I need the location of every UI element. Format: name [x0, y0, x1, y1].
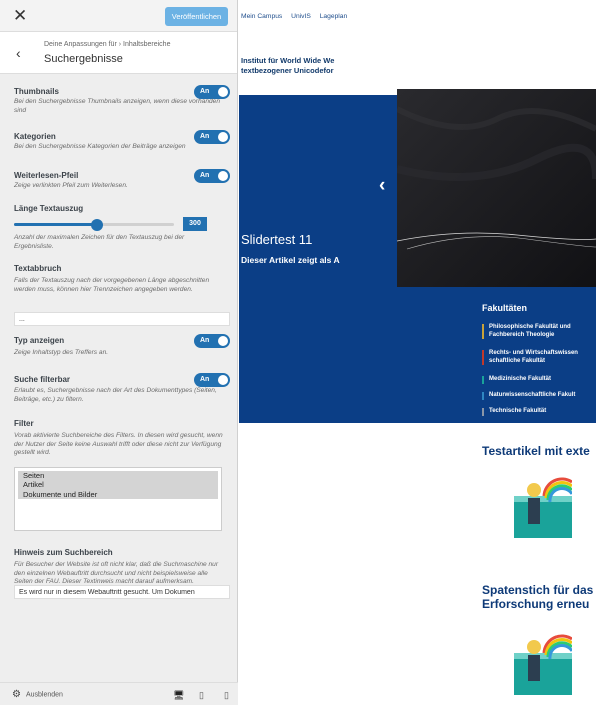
chevron-left-icon[interactable]: ‹: [16, 45, 21, 61]
suche-filterbar-label: Suche filterbar: [14, 375, 71, 384]
slide-image-art: [397, 89, 596, 287]
article-title[interactable]: Spatenstich für das Erforschung erneu: [482, 583, 596, 611]
suche-filterbar-toggle[interactable]: An: [194, 373, 230, 387]
faculty-label: Rechts- und Wirtschaftswissen schaftlich…: [489, 350, 578, 364]
filter-option-dokumente[interactable]: Dokumente und Bilder: [18, 489, 218, 500]
weiterlesen-description: Zeige verlinkten Pfeil zum Weiterlesen.: [14, 182, 128, 189]
faculty-color-bar: [482, 392, 484, 400]
controls-panel: Thumbnails An Bei den Suchergebnisse Thu…: [0, 74, 237, 674]
toggle-knob: [218, 132, 228, 142]
hide-label: Ausblenden: [25, 691, 63, 699]
toggle-text: An: [200, 337, 210, 344]
toggle-text: An: [200, 376, 210, 383]
faculty-link[interactable]: Philosophische Fakultät und Fachbereich …: [482, 324, 596, 339]
filter-option-artikel[interactable]: Artikel: [18, 480, 218, 490]
faculty-color-bar: [482, 376, 484, 384]
desktop-icon[interactable]: 🖥: [173, 690, 184, 700]
gear-icon: ⚙: [12, 689, 21, 700]
toggle-knob: [218, 336, 228, 346]
top-navigation: Mein Campus UnivIS Lageplan: [241, 13, 354, 20]
filter-label: Filter: [14, 419, 34, 428]
slide-image: [397, 89, 596, 287]
filter-multiselect[interactable]: Seiten Artikel Dokumente und Bilder: [14, 467, 222, 531]
thumbnails-toggle[interactable]: An: [194, 85, 230, 99]
textabbruch-description: Falls der Textauszug nach der vorgegeben…: [14, 277, 210, 293]
faculty-color-bar: [482, 324, 484, 339]
slider-fill: [14, 223, 98, 226]
faculty-color-bar: [482, 408, 484, 416]
breadcrumb: Deine Anpassungen für › Inhaltsbereiche: [44, 41, 171, 48]
chevron-left-icon[interactable]: ‹: [379, 175, 385, 197]
customizer-footer: ⚙ Ausblenden 🖥 ▯ ▯: [0, 682, 238, 705]
faculty-link[interactable]: Naturwissenschaftliche Fakult: [482, 392, 596, 400]
section-title: Suchergebnisse: [44, 53, 123, 65]
hero-section: ‹ Slidertest 11 Dieser Artikel zeigt als…: [239, 89, 596, 423]
laenge-value[interactable]: 300: [183, 217, 207, 231]
laenge-description: Anzahl der maximalen Zeichen für den Tex…: [14, 234, 185, 250]
kategorien-toggle[interactable]: An: [194, 130, 230, 144]
typ-description: Zeige Inhaltstyp des Treffers an.: [14, 349, 109, 356]
textabbruch-input[interactable]: [14, 312, 230, 326]
thumbnails-description: Bei den Suchergebnisse Thumbnails anzeig…: [14, 98, 221, 114]
slide-subtitle: Dieser Artikel zeigt als A: [241, 255, 340, 265]
customizer-topbar: ✕ Veröffentlichen: [0, 0, 237, 32]
toggle-knob: [218, 375, 228, 385]
tablet-icon[interactable]: ▯: [199, 690, 204, 700]
nav-link-univis[interactable]: UnivIS: [291, 13, 311, 20]
typ-label: Typ anzeigen: [14, 336, 65, 345]
faculty-label: Medizinische Fakultät: [489, 376, 552, 382]
toggle-knob: [218, 87, 228, 97]
faculty-link[interactable]: Technische Fakultät: [482, 408, 596, 416]
hinweis-description: Für Besucher der Website ist oft nicht k…: [14, 561, 219, 586]
toggle-text: An: [200, 172, 210, 179]
filter-option-seiten[interactable]: Seiten: [18, 471, 218, 481]
faculty-label: Technische Fakultät: [489, 408, 547, 414]
nav-link-lageplan[interactable]: Lageplan: [320, 13, 348, 20]
kategorien-label: Kategorien: [14, 132, 56, 141]
toggle-text: An: [200, 133, 210, 140]
faculty-label: Philosophische Fakultät und Fachbereich …: [489, 324, 571, 338]
kategorien-description: Bei den Suchergebnisse Kategorien der Be…: [14, 143, 186, 150]
toggle-text: An: [200, 88, 210, 95]
hinweis-label: Hinweis zum Suchbereich: [14, 548, 113, 557]
faculties-title: Fakultäten: [482, 303, 528, 313]
article-title[interactable]: Testartikel mit exte: [482, 444, 590, 458]
hide-controls-button[interactable]: ⚙ Ausblenden: [12, 689, 63, 700]
customizer-sidebar: ✕ Veröffentlichen ‹ Deine Anpassungen fü…: [0, 0, 238, 705]
thumbnails-label: Thumbnails: [14, 87, 59, 96]
faculty-link[interactable]: Rechts- und Wirtschaftswissen schaftlich…: [482, 350, 596, 365]
institute-title[interactable]: Institut für World Wide We textbezogener…: [241, 56, 356, 75]
mobile-icon[interactable]: ▯: [224, 690, 229, 700]
faculty-color-bar: [482, 350, 484, 365]
close-icon[interactable]: ✕: [13, 7, 27, 25]
filter-description: Vorab aktivierte Suchbereiche des Filter…: [14, 432, 223, 457]
laenge-slider-handle[interactable]: [91, 219, 104, 231]
hinweis-input[interactable]: [14, 585, 230, 599]
typ-toggle[interactable]: An: [194, 334, 230, 348]
suche-filterbar-description: Erlaubt es, Suchergebnisse nach der Art …: [14, 387, 217, 403]
faculty-label: Naturwissenschaftliche Fakult: [489, 392, 576, 398]
article-thumbnail[interactable]: [514, 625, 572, 695]
toggle-knob: [218, 171, 228, 181]
weiterlesen-toggle[interactable]: An: [194, 169, 230, 183]
nav-link-mein-campus[interactable]: Mein Campus: [241, 13, 282, 20]
publish-button[interactable]: Veröffentlichen: [165, 7, 228, 26]
laenge-label: Länge Textauszug: [14, 204, 84, 213]
section-header: ‹ Deine Anpassungen für › Inhaltsbereich…: [0, 32, 237, 74]
slide-title[interactable]: Slidertest 11: [241, 232, 312, 247]
faculty-link[interactable]: Medizinische Fakultät: [482, 376, 596, 384]
textabbruch-label: Textabbruch: [14, 264, 62, 273]
article-title-text: Spatenstich für das Erforschung erneu: [482, 583, 594, 611]
weiterlesen-label: Weiterlesen-Pfeil: [14, 171, 79, 180]
article-thumbnail[interactable]: [514, 468, 572, 538]
